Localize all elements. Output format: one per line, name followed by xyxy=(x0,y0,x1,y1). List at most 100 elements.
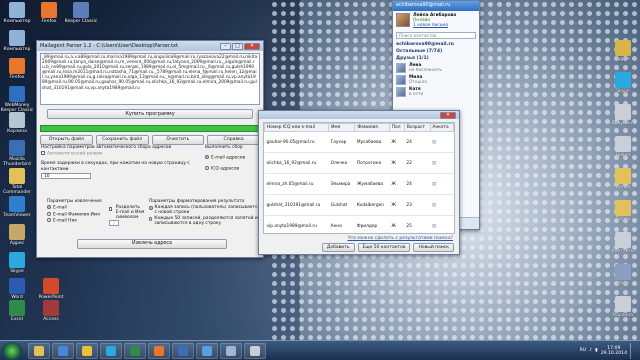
desktop-icon[interactable]: Папка xyxy=(608,168,638,190)
profile-card-icon[interactable]: ▤ xyxy=(432,182,436,187)
parser-titlebar[interactable]: Mailagent Parser 1.2 - C:\Users\User\Des… xyxy=(37,41,263,51)
desktop-icon[interactable]: Excel xyxy=(0,300,34,322)
desktop-icon[interactable]: PowerPoint xyxy=(34,278,68,300)
help-button[interactable]: Справка xyxy=(207,135,260,145)
network-icon[interactable]: ▮ xyxy=(595,348,598,353)
profile-card-icon[interactable]: ▤ xyxy=(432,203,436,208)
desktop-icon[interactable]: Access xyxy=(34,300,68,322)
profile-card-icon[interactable]: ▤ xyxy=(432,161,436,166)
taskbar-app-skype[interactable] xyxy=(100,342,122,359)
taskbar-app-paint[interactable] xyxy=(244,342,266,359)
table-row[interactable]: elmira_zh.05@mail.ru Эльмира Жумабаева Ж 24 ▤ xyxy=(264,173,454,195)
desktop-icon[interactable]: Mozilla Thunderbird xyxy=(0,140,34,167)
desktop-icon[interactable]: Документ xyxy=(608,104,638,126)
results-close-button[interactable]: ✕ xyxy=(440,111,456,119)
format-comma-radio[interactable] xyxy=(149,217,153,221)
avatar[interactable] xyxy=(396,13,410,27)
format-newline-radio[interactable] xyxy=(149,206,153,210)
desktop-icon[interactable]: WebMoney Keeper Classic xyxy=(0,86,34,113)
group-friends[interactable]: Друзья (1/1) xyxy=(393,55,479,62)
add-button[interactable]: Добавить xyxy=(321,243,355,252)
taskbar-app-mailagent[interactable] xyxy=(196,342,218,359)
table-row[interactable]: olichka_16_92@mail.ru Олечка Потрогина Ж 22 ▤ xyxy=(264,152,454,174)
desktop-icon[interactable]: Папка xyxy=(608,200,638,222)
minimize-button[interactable]: – xyxy=(220,42,231,50)
column-header[interactable]: Возраст xyxy=(403,123,431,132)
extract-email-radio[interactable] xyxy=(47,205,51,209)
profile-cell[interactable]: ▤ xyxy=(430,194,454,216)
group-others[interactable]: Остальные (7/74) xyxy=(393,48,479,55)
taskbar-app-parser[interactable] xyxy=(220,342,242,359)
extract-addresses-button[interactable]: Извлечь адреса xyxy=(77,239,227,249)
desktop-icon[interactable]: Firefox xyxy=(0,58,34,80)
collect-email-radio[interactable] xyxy=(205,155,209,159)
volume-icon[interactable]: ♪ xyxy=(589,348,592,353)
table-row[interactable]: gulshat_310191@mail.ru Gulshat Kudaibergen… xyxy=(264,194,454,216)
clear-button[interactable]: Очистить xyxy=(151,135,205,145)
column-header[interactable]: Фамилия xyxy=(354,123,390,132)
table-row[interactable]: vip.anyta1989@mail.ru Анна Фрилдер Ж 25 ▤ xyxy=(264,215,454,233)
desktop-icon[interactable]: Skype xyxy=(608,72,638,94)
desktop-icon[interactable]: Total Commander xyxy=(0,168,34,195)
agent-titlebar[interactable]: achibarova90@mail.ru xyxy=(393,1,479,11)
auto-mode-checkbox[interactable] xyxy=(41,151,45,155)
column-header[interactable]: Номер ICQ или e-mail xyxy=(264,123,330,132)
desktop-icon[interactable]: Firefox xyxy=(32,2,66,24)
profile-cell[interactable]: ▤ xyxy=(430,152,454,174)
contact-item[interactable]: Лена не беспокоить xyxy=(393,62,479,74)
separator-checkbox[interactable] xyxy=(109,207,112,211)
results-titlebar[interactable]: ✕ xyxy=(259,111,459,119)
contact-search-input[interactable]: Поиск контактов xyxy=(396,32,476,39)
language-indicator[interactable]: RU xyxy=(580,348,587,353)
delay-input[interactable]: 10 xyxy=(41,172,91,179)
desktop-icon[interactable]: Фото xyxy=(608,264,638,286)
profile-card-icon[interactable]: ▤ xyxy=(432,224,436,229)
taskbar-app-excel[interactable] xyxy=(124,342,146,359)
table-row[interactable]: gauhar-90.05@mail.ru Гаухар Мусабаева Ж 24 ▤ xyxy=(264,131,454,153)
open-file-button[interactable]: Открыть файл xyxy=(40,135,93,145)
taskbar-app-firefox[interactable] xyxy=(148,342,170,359)
profile-card-icon[interactable]: ▤ xyxy=(432,140,436,145)
desktop-icon[interactable]: TeamViewer xyxy=(0,196,34,218)
desktop-icon[interactable]: Корзина xyxy=(0,112,34,134)
column-header[interactable]: Пол xyxy=(388,123,405,132)
desktop-icon[interactable]: Skype xyxy=(0,252,34,274)
desktop-icon[interactable]: Word xyxy=(0,278,34,300)
taskbar-app-thunderbird[interactable] xyxy=(172,342,194,359)
new-mail-link[interactable]: 1 новое письмо xyxy=(413,23,456,28)
desktop-icon[interactable]: Корзина xyxy=(608,296,638,318)
taskbar-app-chrome[interactable] xyxy=(76,342,98,359)
desktop-icon[interactable]: Контакты xyxy=(608,232,638,254)
buy-program-button[interactable]: Купить программу xyxy=(47,109,253,119)
email-text-area[interactable]: _89@mail.ru,a.v.a89@mail.ru,marina1989@m… xyxy=(40,53,260,105)
column-header[interactable]: Анкета xyxy=(429,123,454,132)
extract-email-name-radio[interactable] xyxy=(47,211,51,216)
desktop-icon[interactable]: Keeper Classic xyxy=(64,2,98,24)
new-search-button[interactable]: Новый поиск xyxy=(413,243,454,252)
separator-input[interactable]: ; xyxy=(109,220,119,226)
profile-cell[interactable]: ▤ xyxy=(430,131,454,153)
group-account[interactable]: achibarova90@mail.ru xyxy=(393,41,479,48)
maximize-button[interactable]: □ xyxy=(232,42,243,50)
profile-cell[interactable]: ▤ xyxy=(430,173,454,195)
taskbar-app-explorer[interactable] xyxy=(28,342,50,359)
collect-icq-radio[interactable] xyxy=(205,165,209,170)
desktop-icon[interactable]: Новая xyxy=(608,136,638,158)
column-header[interactable]: Имя xyxy=(328,123,356,132)
desktop-icon[interactable]: Адрес xyxy=(0,224,34,246)
save-file-button[interactable]: Сохранить файл xyxy=(95,135,149,145)
contact-item[interactable]: Катя в сети xyxy=(393,86,479,98)
profile-cell[interactable]: ▤ xyxy=(430,215,454,233)
clock[interactable]: 17:09 29.10.2014 xyxy=(601,346,627,356)
close-button[interactable]: ✕ xyxy=(244,42,260,50)
desktop-icon[interactable]: Компьютер xyxy=(0,2,34,24)
extract-email-nick-radio[interactable] xyxy=(47,218,51,222)
show-desktop-button[interactable] xyxy=(630,342,636,359)
taskbar-app-media[interactable] xyxy=(52,342,74,359)
contact-item[interactable]: Мила Отошла xyxy=(393,74,479,86)
surname-cell: Мусабаева xyxy=(354,131,390,153)
desktop-icon[interactable]: Адрес xyxy=(608,40,638,62)
results-help-link[interactable]: Что можно сделать с результатами поиска? xyxy=(265,236,454,241)
more-contacts-button[interactable]: Еще 50 контактов xyxy=(357,243,411,252)
start-button[interactable] xyxy=(2,341,22,360)
